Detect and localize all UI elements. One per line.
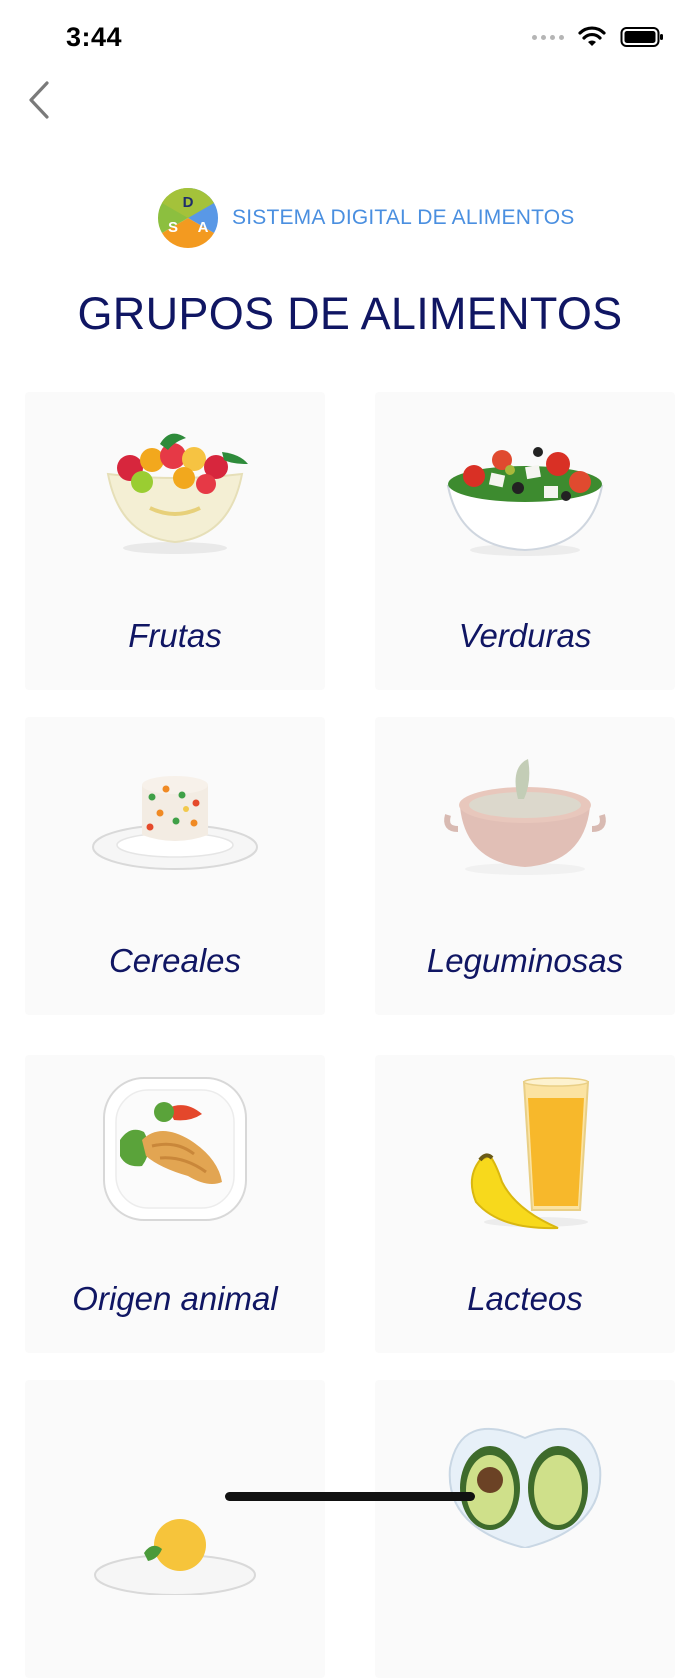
vegetable-salad-icon [446,447,604,556]
food-group-label: Verduras [458,617,592,654]
food-group-card-7[interactable] [25,1380,325,1678]
brand-name: SISTEMA DIGITAL DE ALIMENTOS [232,206,575,229]
wifi-icon [578,26,606,46]
fruit-salad-icon [106,433,248,554]
food-group-label: Cereales [108,942,242,979]
food-group-label: Frutas [128,617,222,654]
home-indicator[interactable] [225,1492,475,1501]
chevron-left-icon [29,81,49,119]
food-group-card-frutas[interactable]: Frutas [25,392,325,690]
brand-logo: D S A [157,187,219,249]
svg-text:A: A [198,219,209,236]
food-group-card-leguminosas[interactable]: Leguminosas [375,717,675,1015]
food-group-card-lacteos[interactable]: Lacteos [375,1055,675,1353]
lentil-pot-icon [444,759,606,875]
food-group-card-8[interactable] [375,1380,675,1678]
chicken-plate-icon [103,1077,247,1221]
svg-text:S: S [168,219,178,236]
status-bar: 3:44 [0,0,700,80]
page-title: GRUPOS DE ALIMENTOS [77,288,623,339]
brand: D S A SISTEMA DIGITAL DE ALIMENTOS [156,186,574,250]
status-time: 3:44 [66,22,123,52]
food-group-card-verduras[interactable]: Verduras [375,392,675,690]
battery-icon [620,27,663,47]
back-button[interactable] [18,78,58,122]
food-group-label: Origen animal [72,1280,278,1317]
food-group-label: Lacteos [467,1280,583,1317]
food-group-card-cereales[interactable]: Cereales [25,717,325,1015]
status-indicators [532,26,664,48]
svg-text:D: D [183,194,194,211]
avocado-plate-icon [448,1428,602,1548]
food-group-label: Leguminosas [426,942,624,979]
food-group-card-origen-animal[interactable]: Origen animal [25,1055,325,1353]
cellular-signal-icon [532,34,564,40]
rice-plate-icon [92,776,258,870]
juice-banana-icon [470,1077,590,1230]
